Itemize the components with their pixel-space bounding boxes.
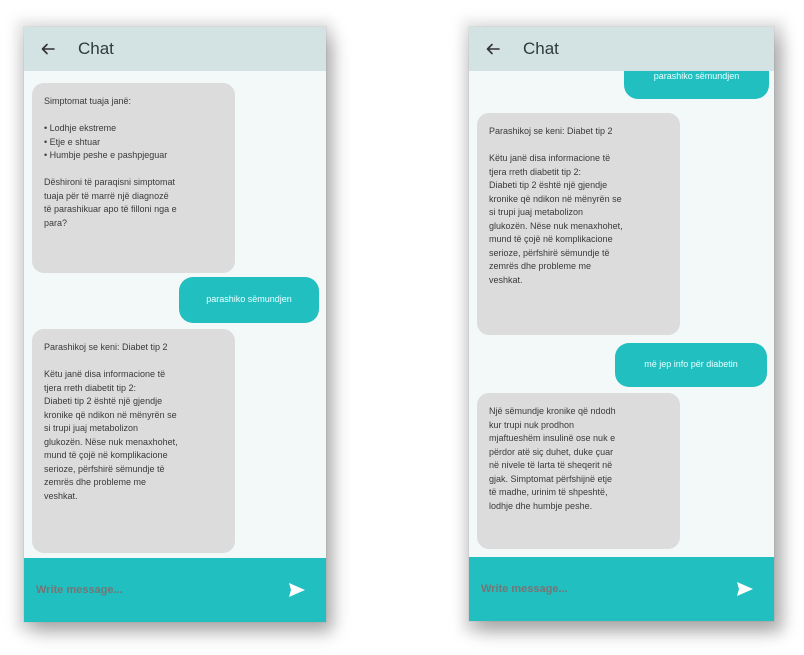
message-list[interactable]: Simptomat tuaja janë: • Lodhje ekstreme … [24,71,326,558]
page-title: Chat [78,39,114,58]
user-message: parashiko sëmundjen [179,277,319,323]
user-message: parashiko sëmundjen [624,71,769,99]
message-composer [469,557,774,621]
send-icon [737,582,753,596]
message-composer [24,558,326,622]
message-list[interactable]: parashiko sëmundjen Parashikoj se keni: … [469,71,774,557]
app-bar: Chat [24,27,326,71]
arrow-left-icon [41,43,55,55]
send-button[interactable] [730,574,760,604]
bot-message: Një sëmundje kronike që ndodh kur trupi … [477,393,680,549]
chat-screen-right: Chat parashiko sëmundjen Parashikoj se k… [469,27,774,621]
app-bar: Chat [469,27,774,71]
back-button[interactable] [38,39,58,59]
arrow-left-icon [486,43,500,55]
chat-screen-left: Chat Simptomat tuaja janë: • Lodhje ekst… [24,27,326,622]
bot-message: Parashikoj se keni: Diabet tip 2 Këtu ja… [32,329,235,553]
send-icon [289,583,305,597]
user-message: më jep info për diabetin [615,343,767,387]
bot-message: Simptomat tuaja janë: • Lodhje ekstreme … [32,83,235,273]
page-title: Chat [523,39,559,58]
message-input[interactable] [34,583,282,597]
bot-message: Parashikoj se keni: Diabet tip 2 Këtu ja… [477,113,680,335]
send-button[interactable] [282,575,312,605]
back-button[interactable] [483,39,503,59]
message-input[interactable] [479,582,730,596]
